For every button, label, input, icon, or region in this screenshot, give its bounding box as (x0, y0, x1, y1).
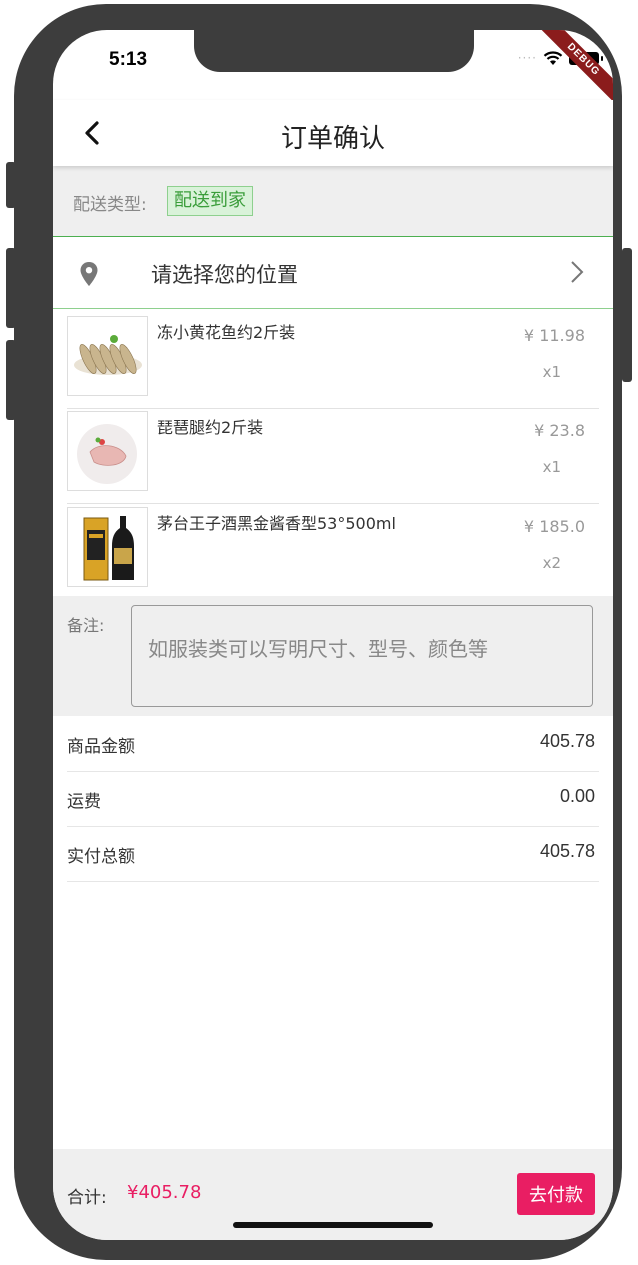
signal-dots: ···· (517, 51, 537, 65)
summary-row-total: 实付总额 405.78 (67, 826, 599, 882)
delivery-type-row: 配送类型: 配送到家 (53, 166, 613, 237)
product-item[interactable]: 冻小黄花鱼约2斤装 ¥ 11.98 x1 (67, 313, 599, 409)
product-name: 冻小黄花鱼约2斤装 (157, 323, 296, 342)
product-image (67, 507, 148, 587)
summary-label: 实付总额 (67, 847, 135, 867)
location-pin-icon (80, 262, 98, 286)
summary-label: 商品金额 (67, 737, 135, 757)
delivery-type-tag[interactable]: 配送到家 (167, 186, 253, 216)
notes-input[interactable] (131, 605, 593, 707)
product-price: ¥ 185.0 (523, 517, 585, 536)
product-name: 茅台王子酒黑金酱香型53°500ml (157, 514, 396, 533)
fish-image (68, 317, 147, 395)
summary-label: 运费 (67, 792, 101, 812)
app-bar: 订单确认 (53, 100, 613, 166)
debug-banner: DEBUG (534, 30, 613, 109)
total-amount: ¥405.78 (127, 1182, 202, 1203)
summary-value: 405.78 (539, 731, 595, 751)
product-price: ¥ 23.8 (534, 421, 585, 440)
status-time: 5:13 (109, 49, 148, 70)
notes-label: 备注: (67, 616, 105, 635)
product-quantity: x2 (542, 554, 561, 572)
notch (194, 30, 474, 72)
delivery-type-label: 配送类型: (73, 195, 147, 215)
summary-value: 0.00 (559, 786, 595, 806)
pay-button[interactable]: 去付款 (517, 1173, 595, 1215)
page-title: 订单确认 (280, 124, 385, 154)
total-label: 合计: (67, 1188, 107, 1208)
product-item[interactable]: 茅台王子酒黑金酱香型53°500ml ¥ 185.0 x2 (67, 504, 599, 600)
product-item[interactable]: 琵琶腿约2斤装 ¥ 23.8 x1 (67, 408, 599, 504)
summary-value: 405.78 (539, 841, 595, 861)
home-indicator[interactable] (233, 1222, 433, 1228)
product-quantity: x1 (542, 458, 561, 476)
chevron-right-icon (571, 261, 584, 283)
product-name: 琵琶腿约2斤装 (157, 418, 264, 437)
screen: 5:13 ···· DEBUG 订单确认 配送类型: 配送到家 请选择您的位置 … (53, 30, 613, 1240)
product-image (67, 411, 148, 491)
product-quantity: x1 (542, 363, 561, 381)
wifi-icon (543, 51, 563, 65)
product-price: ¥ 11.98 (523, 326, 585, 345)
location-selector[interactable]: 请选择您的位置 (53, 237, 613, 309)
power-button (622, 248, 632, 382)
summary-row-shipping: 运费 0.00 (67, 771, 599, 827)
summary-row-subtotal: 商品金额 405.78 (67, 716, 599, 772)
location-text: 请选择您的位置 (151, 263, 298, 287)
liquor-bottle-image (68, 508, 147, 586)
notes-section: 备注: (53, 596, 613, 716)
product-image (67, 316, 148, 396)
drumstick-image (68, 412, 147, 490)
phone-frame: 5:13 ···· DEBUG 订单确认 配送类型: 配送到家 请选择您的位置 … (14, 4, 622, 1260)
